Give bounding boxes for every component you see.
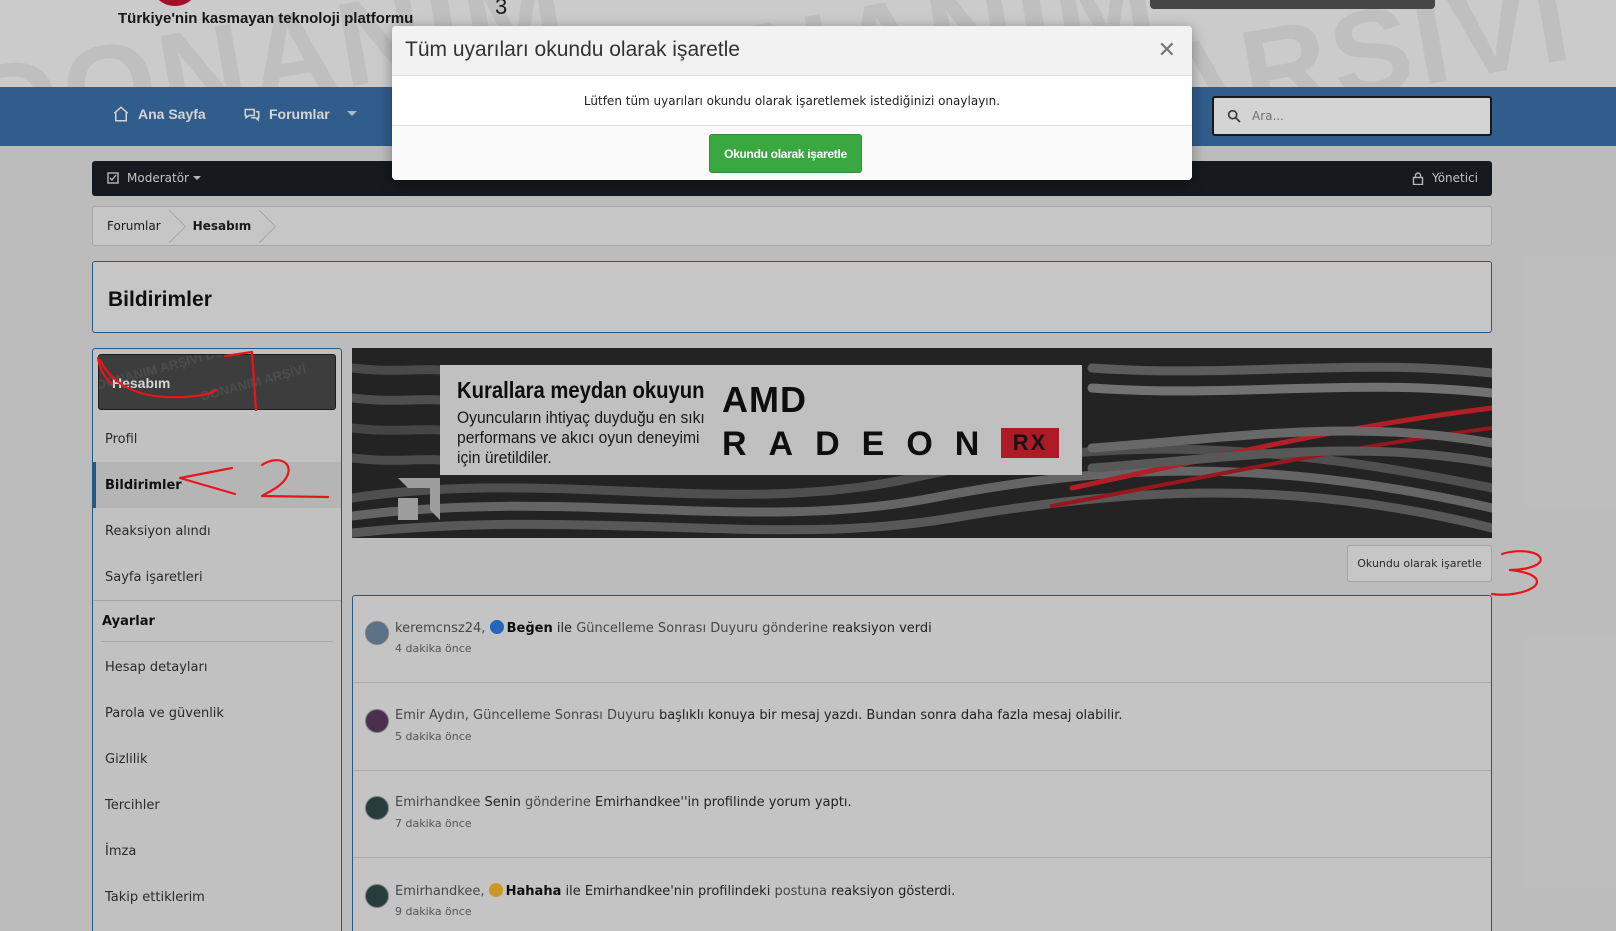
modal-footer: Okundu olarak işaretle xyxy=(392,126,1192,180)
confirm-mark-read-modal: Tüm uyarıları okundu olarak işaretle ✕ L… xyxy=(392,26,1192,180)
confirm-mark-read-button[interactable]: Okundu olarak işaretle xyxy=(709,134,862,173)
modal-title: Tüm uyarıları okundu olarak işaretle xyxy=(405,38,740,61)
modal-message: Lütfen tüm uyarıları okundu olarak işare… xyxy=(392,76,1192,126)
close-icon[interactable]: ✕ xyxy=(1158,38,1176,63)
modal-header: Tüm uyarıları okundu olarak işaretle ✕ xyxy=(392,26,1192,76)
